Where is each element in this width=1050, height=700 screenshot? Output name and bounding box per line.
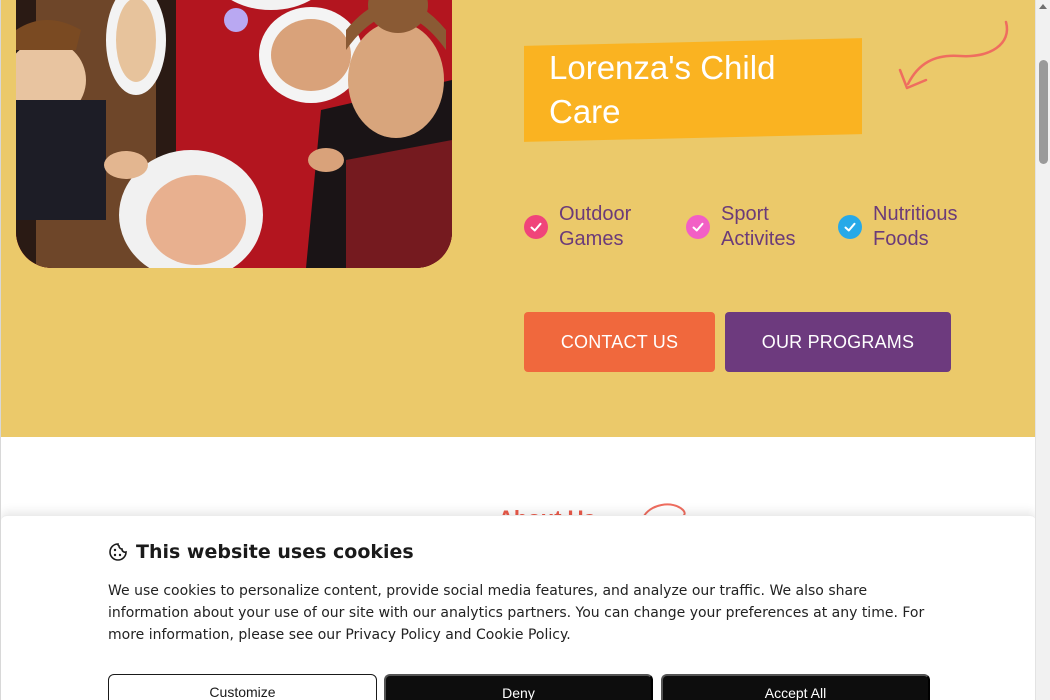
check-circle-icon [686, 215, 710, 239]
feature-label: Sport Activites [721, 203, 796, 250]
cookie-banner: This website uses cookies We use cookies… [1, 515, 1035, 700]
feature-label: Outdoor Games [559, 203, 632, 250]
feature-sport-activities: Sport Activites [686, 202, 821, 252]
check-circle-icon [838, 215, 862, 239]
vertical-scrollbar[interactable] [1035, 0, 1050, 700]
feature-label: Nutritious Foods [873, 203, 958, 250]
scroll-up-arrow-icon[interactable] [1039, 4, 1047, 9]
check-circle-icon [524, 215, 548, 239]
curved-arrow-icon [898, 20, 1009, 90]
accept-all-button[interactable]: Accept All [661, 674, 930, 700]
cookie-banner-title: This website uses cookies [136, 541, 414, 563]
hero-photo [16, 0, 452, 268]
deny-button[interactable]: Deny [384, 674, 653, 700]
cookie-banner-text: We use cookies to personalize content, p… [108, 583, 925, 643]
hero-heading-fragment [716, 0, 796, 8]
contact-us-button[interactable]: CONTACT US [524, 312, 715, 372]
page: Lorenza's Child Care Outdoor Games Sport… [0, 0, 1035, 700]
customize-button[interactable]: Customize [108, 674, 377, 700]
feature-nutritious-foods: Nutritious Foods [838, 202, 973, 252]
feature-outdoor-games: Outdoor Games [524, 202, 659, 252]
our-programs-button[interactable]: OUR PROGRAMS [725, 312, 951, 372]
cookie-title-row: This website uses cookies [108, 541, 414, 563]
brand-name: Lorenza's Child Care [549, 49, 776, 130]
scrollbar-thumb[interactable] [1039, 60, 1048, 164]
cookie-icon [109, 543, 127, 561]
hero-section: Lorenza's Child Care Outdoor Games Sport… [1, 0, 1035, 437]
